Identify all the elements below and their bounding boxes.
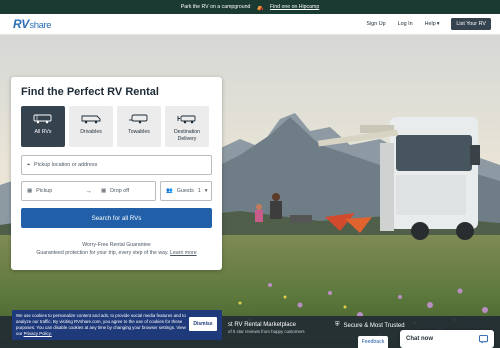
guests-count: 1 xyxy=(197,188,201,194)
privacy-policy-link[interactable]: Privacy Policy. xyxy=(24,331,52,336)
type-towables[interactable]: Towables xyxy=(117,106,161,147)
pickup-date-field[interactable]: ▦ Pickup xyxy=(22,182,81,200)
type-drivables[interactable]: Drivables xyxy=(69,106,113,147)
header-nav: Sign Up Log In Help ▾ List Your RV xyxy=(366,18,491,30)
chevron-down-icon: ▾ xyxy=(204,188,208,194)
type-all-rvs[interactable]: All RVs xyxy=(21,106,65,147)
dropoff-date-field[interactable]: ▦ Drop off xyxy=(96,182,155,200)
shield-icon: ⛨ xyxy=(335,322,340,328)
guarantee-text: Guaranteed protection for your trip, eve… xyxy=(36,250,169,257)
cookie-text: We use cookies to personalize content an… xyxy=(16,313,186,337)
guarantee-title: Worry-Free Rental Guarantee xyxy=(82,242,151,248)
rv-icon xyxy=(33,114,52,124)
learn-more-link[interactable]: Learn more xyxy=(170,250,197,256)
promo-text: Park the RV on a campground xyxy=(180,4,251,10)
chat-widget[interactable]: Chat now xyxy=(400,330,494,348)
trailer-icon xyxy=(129,114,148,124)
guests-icon: 👥 xyxy=(166,188,173,194)
marketplace-sub: of 5 star reviews from happy customers xyxy=(228,329,305,334)
dates-guests-row: ▦ Pickup → ▦ Drop off 👥 Guests 1 ▾ xyxy=(21,181,212,201)
motorhome-icon xyxy=(81,115,101,124)
arrow-right-icon: → xyxy=(85,187,92,195)
date-range-input: ▦ Pickup → ▦ Drop off xyxy=(21,181,156,201)
promo-link[interactable]: Find one on Hipcamp xyxy=(270,4,319,10)
nav-help[interactable]: Help ▾ xyxy=(425,21,440,27)
marketplace-item: st RV Rental Marketplace of 5 star revie… xyxy=(228,322,305,334)
list-your-rv-button[interactable]: List Your RV xyxy=(451,18,491,30)
map-pin-icon: ⌖ xyxy=(27,161,31,168)
guests-selector[interactable]: 👥 Guests 1 ▾ xyxy=(160,181,212,201)
guarantee-section: Worry-Free Rental Guarantee Guaranteed p… xyxy=(21,241,212,258)
calendar-icon: ▦ xyxy=(27,188,33,194)
search-card: Find the Perfect RV Rental All RVs Driva… xyxy=(11,77,222,270)
search-button[interactable]: Search for all RVs xyxy=(21,208,212,228)
tag-icon: ⛺ xyxy=(256,4,264,11)
location-placeholder: Pickup location or address xyxy=(34,162,98,168)
location-input[interactable]: ⌖ Pickup location or address xyxy=(21,155,212,175)
type-destination-delivery[interactable]: Destination Delivery xyxy=(165,106,209,147)
feedback-tab[interactable]: Feedback xyxy=(358,336,388,348)
chevron-down-icon: ▾ xyxy=(436,21,440,27)
rvshare-logo[interactable]: RV share xyxy=(13,17,52,31)
secure-title: Secure & Most Trusted xyxy=(343,322,405,329)
nav-log-in[interactable]: Log In xyxy=(398,21,413,27)
dismiss-button[interactable]: Dismiss xyxy=(189,317,217,331)
promo-bar: Park the RV on a campground ⛺ Find one o… xyxy=(0,0,500,14)
cookie-banner: We use cookies to personalize content an… xyxy=(12,310,222,340)
chat-bubble-icon xyxy=(479,334,488,344)
rv-type-selector: All RVs Drivables Towables Destination D… xyxy=(21,106,212,147)
chat-label: Chat now xyxy=(406,336,433,342)
calendar-icon: ▦ xyxy=(101,188,107,194)
secure-item: ⛨ Secure & Most Trusted xyxy=(335,322,405,329)
search-title: Find the Perfect RV Rental xyxy=(21,86,159,98)
site-header: RV share Sign Up Log In Help ▾ List Your … xyxy=(0,14,500,35)
nav-sign-up[interactable]: Sign Up xyxy=(366,21,385,27)
marketplace-title: st RV Rental Marketplace xyxy=(228,322,296,328)
delivery-icon xyxy=(177,115,196,124)
